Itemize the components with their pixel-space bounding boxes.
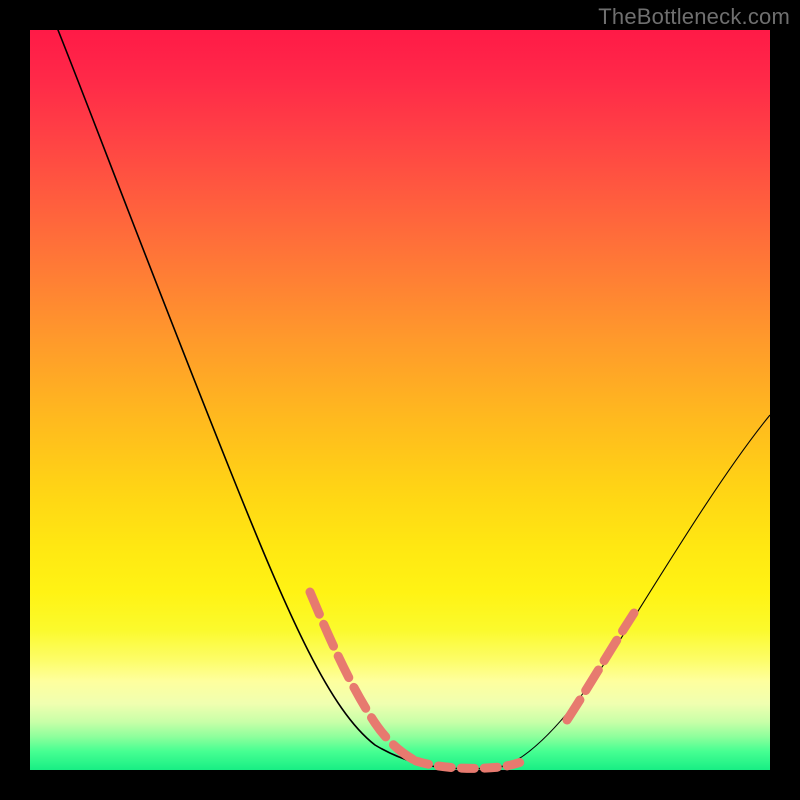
bottleneck-curve-right <box>503 415 770 767</box>
plot-area <box>30 30 770 770</box>
right-ascent-dash <box>567 613 634 720</box>
chart-frame: TheBottleneck.com <box>0 0 800 800</box>
curve-svg <box>30 30 770 770</box>
bottleneck-curve-left <box>58 30 450 768</box>
valley-floor-dash <box>416 761 524 768</box>
left-descent-dash <box>310 592 418 762</box>
watermark-text: TheBottleneck.com <box>598 4 790 30</box>
